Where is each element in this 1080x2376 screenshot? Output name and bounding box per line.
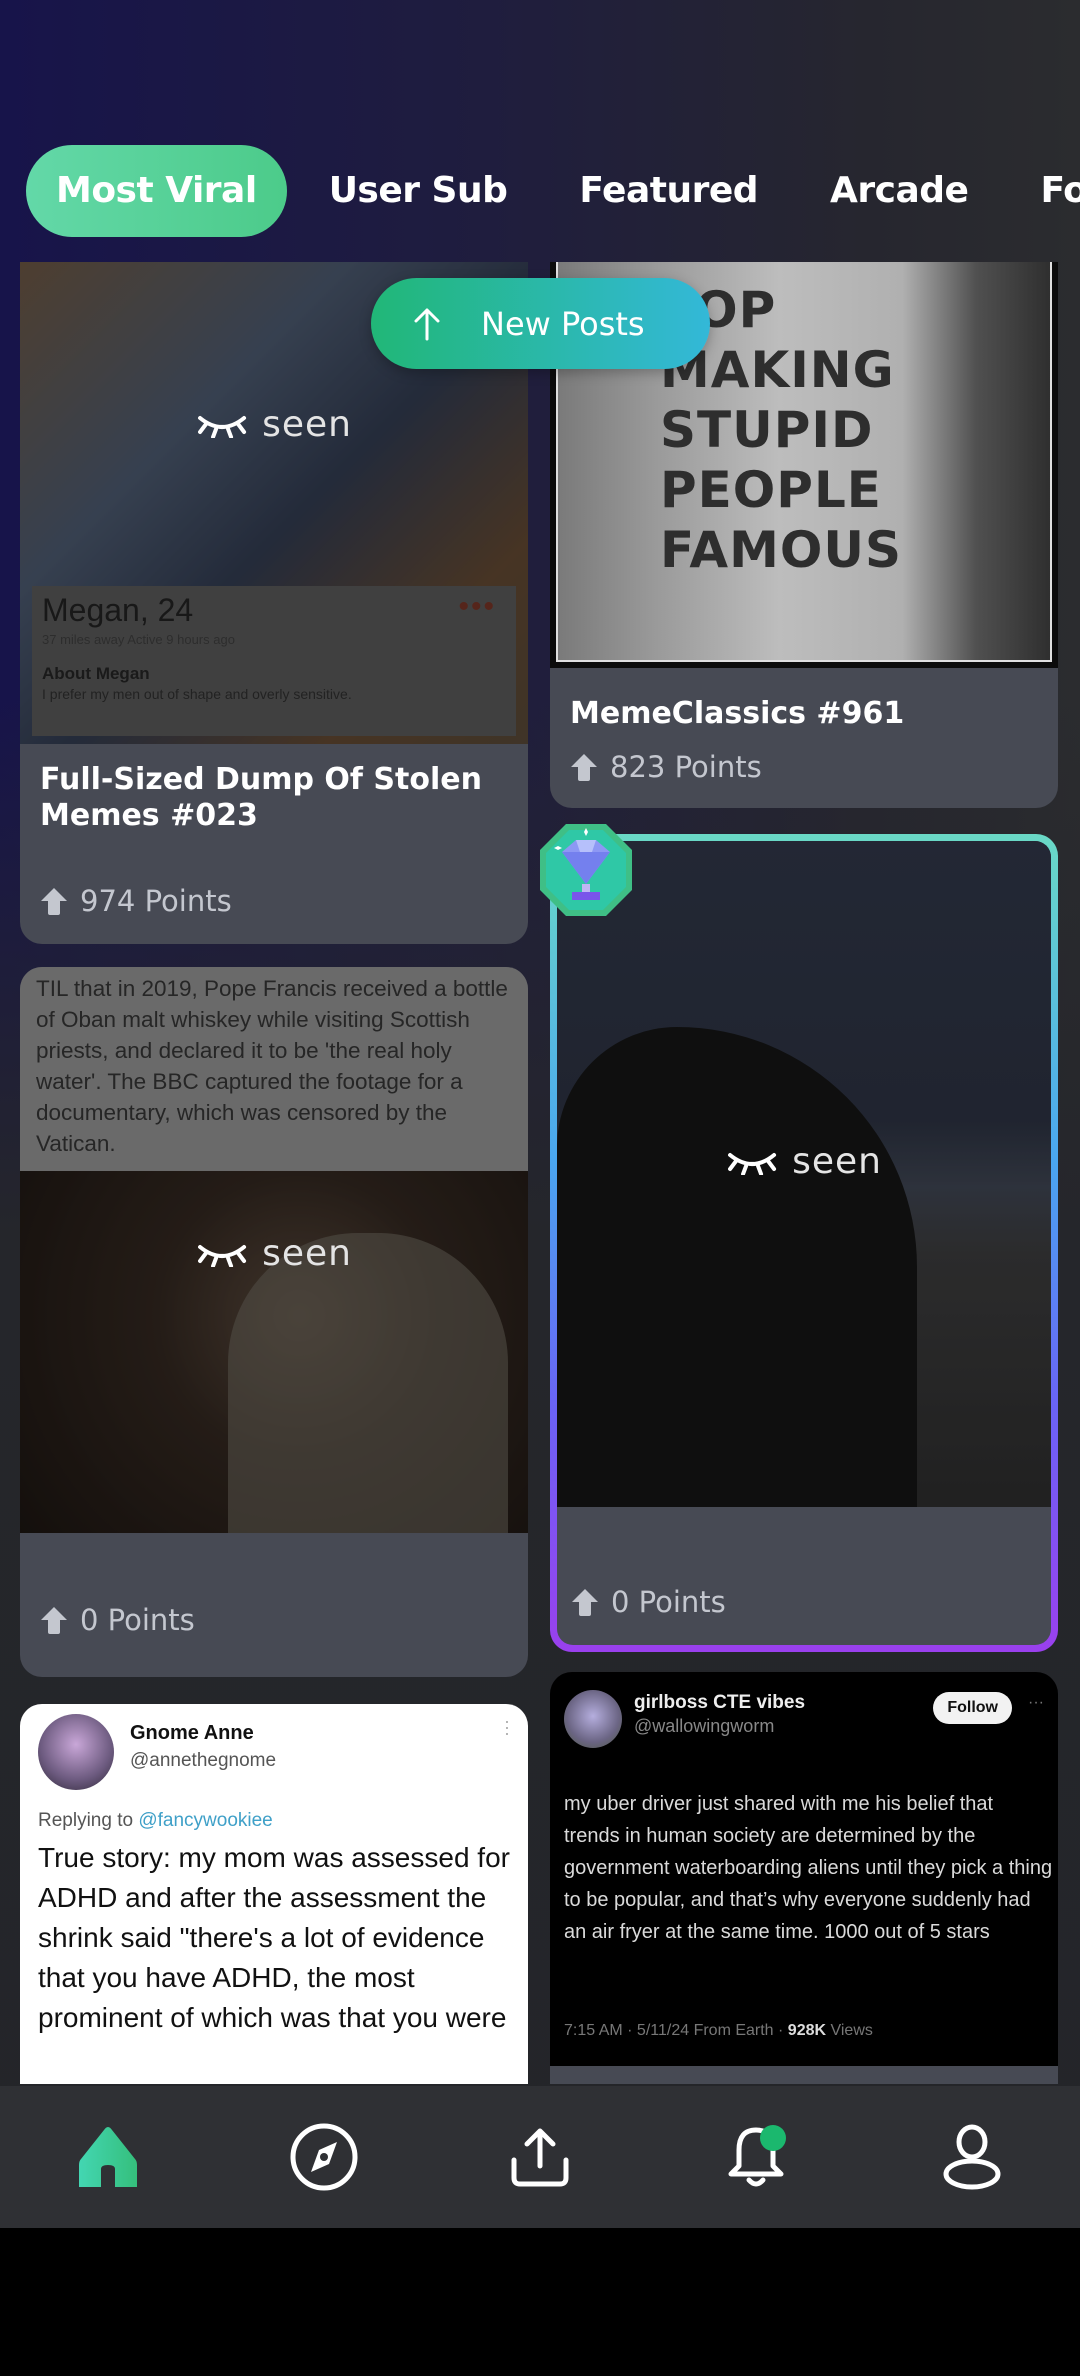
closed-eye-icon [198,415,247,438]
seen-label: seen [262,1233,352,1274]
points-label: 0 Points [80,1603,195,1637]
post-card[interactable]: Gnome Anne @annethegnome · · · Replying to… [20,1704,528,2084]
nav-upload[interactable] [490,2107,590,2207]
tab-most-viral[interactable]: Most Viral [26,145,287,237]
avatar [564,1690,622,1748]
upvote-icon [41,1607,67,1634]
post-image: seen [557,841,1051,1507]
nav-notifications[interactable] [706,2107,806,2207]
post-points: 823 Points [570,750,762,784]
post-caption-image: TIL that in 2019, Pope Francis received … [20,967,528,1171]
post-feed[interactable]: Megan, 24 ••• 37 miles away Active 9 hou… [0,262,1080,2084]
nav-explore[interactable] [274,2107,374,2207]
closed-eye-icon [728,1152,777,1175]
post-points: 974 Points [40,884,232,918]
more-vertical-icon: · · · [504,1711,510,1743]
tweet-author-handle: @wallowingworm [634,1716,775,1736]
upvote-icon [41,888,67,915]
replying-prefix: Replying to [38,1810,139,1831]
post-card[interactable]: TIL that in 2019, Pope Francis received … [20,967,528,1677]
diamond-trophy-badge-icon [540,824,632,916]
post-title[interactable]: MemeClassics #961 [550,696,924,732]
stencil-line: FAMOUS [660,521,902,579]
avatar [38,1714,114,1790]
notification-badge [760,2125,786,2151]
post-points: 0 Points [40,1603,195,1637]
tweet-meta: 7:15 AM · 5/11/24 From Earth · 928K View… [564,2022,873,2040]
compass-icon [290,2123,358,2191]
stencil-line: PEOPLE [660,461,882,519]
tab-featured[interactable]: Featured [549,145,788,237]
points-label: 0 Points [611,1585,726,1619]
nav-profile[interactable] [922,2107,1022,2207]
replying-to: Replying to @fancywookiee [38,1810,273,1832]
upload-icon [511,2128,569,2187]
tweet-views-count: 928K [787,2022,827,2039]
profile-icon [943,2124,1001,2190]
upvote-icon [571,754,597,781]
nav-home[interactable] [58,2107,158,2207]
tweet-timestamp: 7:15 AM · 5/11/24 From Earth · [564,2022,788,2039]
follow-button-image: Follow [933,1692,1012,1724]
app-root: Most Viral User Sub Featured Arcade Fo M… [0,0,1080,2228]
replying-handle: @fancywookiee [138,1810,273,1831]
tweet-author-name: girlboss CTE vibes [634,1692,806,1713]
stencil-line: STUPID [660,401,874,459]
upvote-icon [572,1589,598,1616]
new-posts-label: New Posts [481,304,645,343]
points-label: 974 Points [80,884,232,918]
tab-user-sub[interactable]: User Sub [299,145,538,237]
arrow-up-icon [414,308,440,340]
home-icon [79,2127,137,2187]
more-horizontal-icon: ··· [1028,1694,1044,1711]
seen-label: seen [792,1141,882,1182]
post-footer: See also: pickleball and [550,2066,1058,2084]
tweet-author-name: Gnome Anne [130,1722,254,1744]
post-points: 0 Points [571,1585,726,1619]
post-image: seen [20,1171,528,1533]
seen-indicator: seen [196,404,352,445]
bottom-navigation [0,2086,1080,2228]
seen-indicator: seen [726,1141,882,1182]
tweet-body: True story: my mom was assessed for ADHD… [38,1842,510,2033]
closed-eye-icon [198,1244,247,1267]
tweet-author-handle: @annethegnome [130,1750,277,1771]
seen-indicator: seen [196,1233,352,1274]
tweet-views-label: Views [826,2022,873,2039]
tab-fo[interactable]: Fo [1010,145,1080,237]
seen-overlay [20,1171,528,1533]
new-posts-button[interactable]: New Posts [371,278,710,369]
tweet-body: my uber driver just shared with me his b… [564,1793,1053,1943]
featured-post-card[interactable]: seen 0 Points [540,824,1058,1652]
category-tabs: Most Viral User Sub Featured Arcade Fo [26,145,1080,237]
points-label: 823 Points [610,750,762,784]
seen-label: seen [262,404,352,445]
post-title[interactable]: Full-Sized Dump Of Stolen Memes #023 [20,762,528,834]
tab-arcade[interactable]: Arcade [800,145,998,237]
featured-card-body: seen 0 Points [557,841,1051,1645]
post-card[interactable]: girlboss CTE vibes @wallowingworm Follow… [550,1672,1058,2084]
